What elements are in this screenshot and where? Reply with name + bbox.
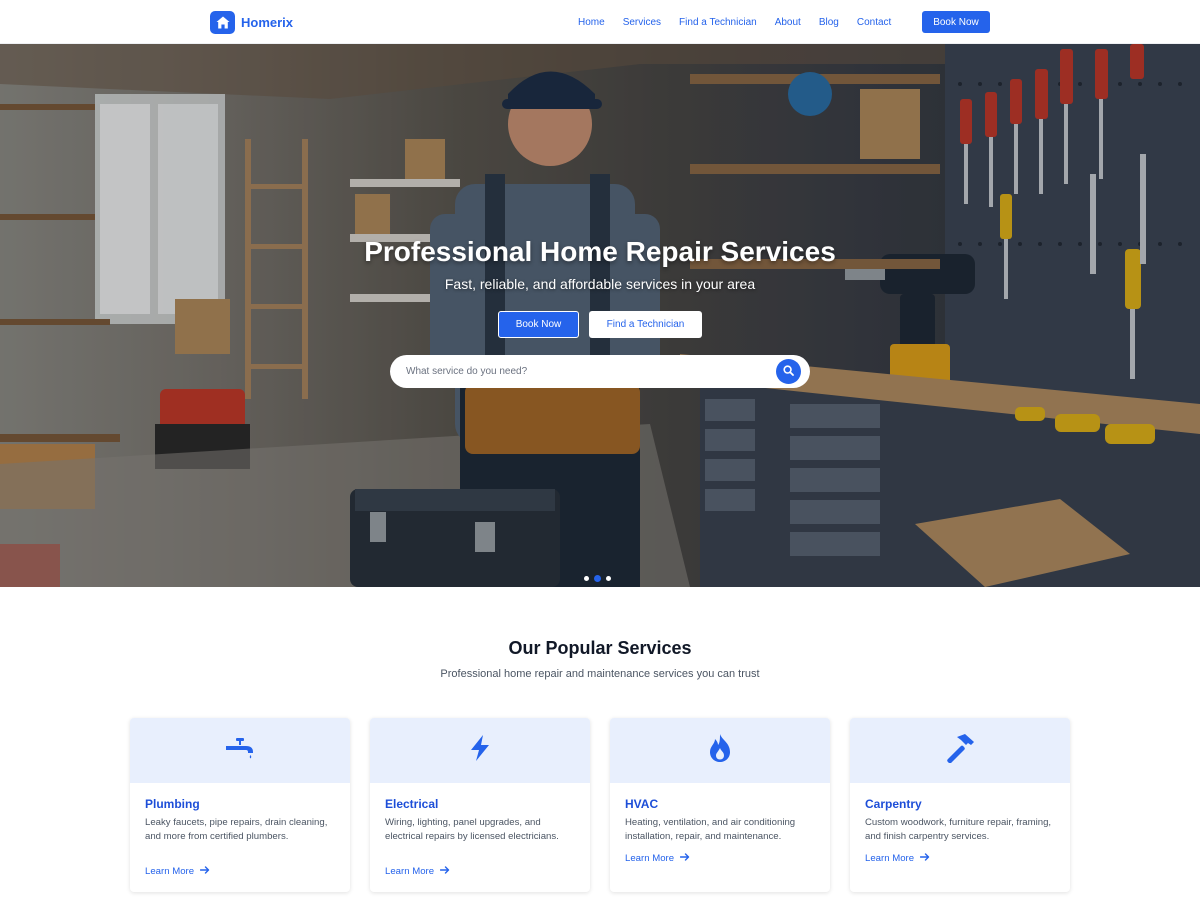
card-description: Heating, ventilation, and air conditioni… xyxy=(625,817,796,842)
card-icon-area xyxy=(850,718,1070,783)
nav-link-home[interactable]: Home xyxy=(578,17,605,28)
arrow-right-icon xyxy=(919,853,930,864)
card-title: Carpentry xyxy=(865,797,922,811)
learn-more-link[interactable]: Learn More xyxy=(385,866,450,877)
service-card-hvac[interactable]: HVAC Heating, ventilation, and air condi… xyxy=(610,718,830,892)
hero-find-technician-button[interactable]: Find a Technician xyxy=(589,311,702,338)
carousel-dot-2[interactable] xyxy=(594,575,601,582)
service-card-plumbing[interactable]: Plumbing Leaky faucets, pipe repairs, dr… xyxy=(130,718,350,892)
hero-subtitle: Fast, reliable, and affordable services … xyxy=(444,276,756,292)
card-title: Plumbing xyxy=(145,797,200,811)
nav-link-services[interactable]: Services xyxy=(623,17,661,28)
nav-link-find-technician[interactable]: Find a Technician xyxy=(679,17,757,28)
service-card-electrical[interactable]: Electrical Wiring, lighting, panel upgra… xyxy=(370,718,590,892)
arrow-right-icon xyxy=(679,853,690,864)
arrow-right-icon xyxy=(439,866,450,877)
services-section-title: Our Popular Services xyxy=(508,638,692,658)
home-icon xyxy=(210,10,235,34)
carousel-dots xyxy=(584,575,611,582)
hero-title: Professional Home Repair Services xyxy=(364,236,836,267)
card-icon-area xyxy=(610,718,830,783)
brand-name: Homerix xyxy=(241,14,294,30)
card-icon-area xyxy=(130,718,350,783)
top-nav: Homerix Home Services Find a Technician … xyxy=(0,0,1200,44)
learn-more-label: Learn More xyxy=(145,866,195,877)
hero-banner: Professional Home Repair Services Fast, … xyxy=(0,44,1200,587)
learn-more-link[interactable]: Learn More xyxy=(865,853,930,864)
service-search-bar xyxy=(390,355,810,388)
hammer-icon xyxy=(943,733,977,768)
carousel-dot-3[interactable] xyxy=(606,576,611,581)
nav-link-blog[interactable]: Blog xyxy=(819,17,839,28)
brand[interactable]: Homerix xyxy=(210,10,293,34)
hero-book-now-button[interactable]: Book Now xyxy=(498,311,579,338)
flame-icon xyxy=(707,733,733,768)
card-description: Wiring, lighting, panel upgrades, and el… xyxy=(385,817,559,842)
card-description: Leaky faucets, pipe repairs, drain clean… xyxy=(145,817,328,842)
services-section-subtitle: Professional home repair and maintenance… xyxy=(440,668,760,680)
bolt-icon xyxy=(466,734,494,767)
nav-link-about[interactable]: About xyxy=(775,17,801,28)
learn-more-label: Learn More xyxy=(865,853,915,864)
card-title: Electrical xyxy=(385,797,439,811)
card-title: HVAC xyxy=(625,797,659,811)
card-icon-area xyxy=(370,718,590,783)
learn-more-label: Learn More xyxy=(625,853,675,864)
arrow-right-icon xyxy=(199,866,210,877)
learn-more-link[interactable]: Learn More xyxy=(145,866,210,877)
faucet-icon xyxy=(224,737,256,764)
nav-book-now-button[interactable]: Book Now xyxy=(922,11,990,33)
search-icon xyxy=(783,363,794,381)
nav-link-contact[interactable]: Contact xyxy=(857,17,891,28)
search-button[interactable] xyxy=(776,359,801,384)
service-card-carpentry[interactable]: Carpentry Custom woodwork, furniture rep… xyxy=(850,718,1070,892)
learn-more-label: Learn More xyxy=(385,866,435,877)
service-search-input[interactable] xyxy=(406,355,766,388)
learn-more-link[interactable]: Learn More xyxy=(625,853,690,864)
carousel-dot-1[interactable] xyxy=(584,576,589,581)
card-description: Custom woodwork, furniture repair, frami… xyxy=(865,817,1052,842)
nav-links: Home Services Find a Technician About Bl… xyxy=(578,0,909,44)
